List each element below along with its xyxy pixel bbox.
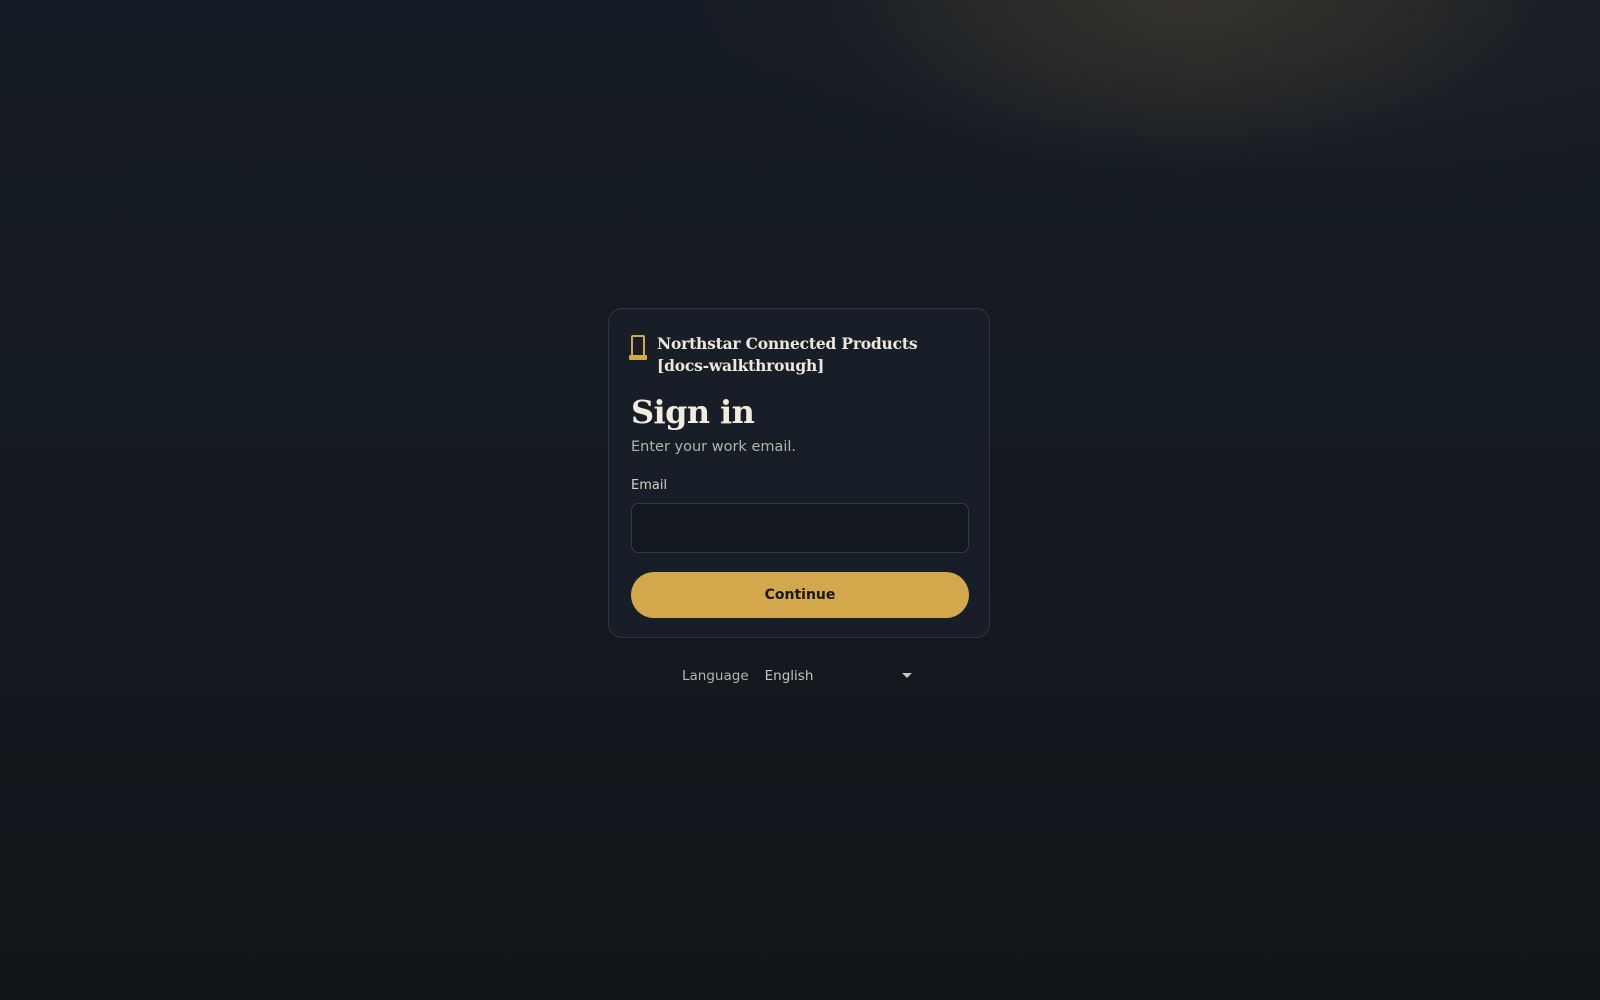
door-icon [629, 335, 647, 360]
language-selector-row: Language English [682, 665, 912, 687]
chevron-down-icon [902, 673, 912, 678]
sign-in-card: Northstar Connected Products [docs-walkt… [608, 308, 990, 638]
continue-button[interactable]: Continue [631, 572, 969, 618]
language-select[interactable]: English [765, 665, 912, 687]
email-label: Email [631, 478, 668, 493]
organization-name: Northstar Connected Products [docs-walkt… [657, 334, 918, 375]
language-selected-value: English [764, 668, 814, 684]
language-label: Language [682, 668, 749, 684]
page-subtitle: Enter your work email. [631, 439, 797, 455]
email-field[interactable] [631, 503, 969, 553]
page-title: Sign in [631, 393, 755, 431]
brand-header: Northstar Connected Products [docs-walkt… [627, 333, 967, 377]
